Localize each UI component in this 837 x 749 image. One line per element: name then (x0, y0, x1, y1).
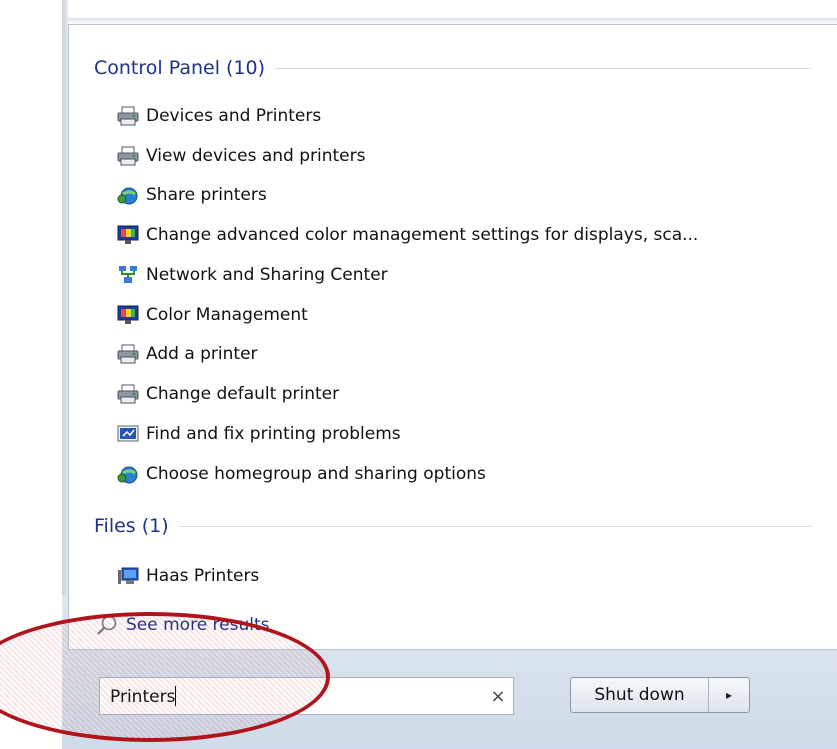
sharing-globe-icon (116, 184, 140, 206)
result-label: Haas Printers (146, 566, 260, 586)
result-haas-printers[interactable]: Haas Printers (116, 563, 816, 589)
result-find-and-fix-printing-problems[interactable]: Find and fix printing problems (116, 421, 816, 447)
desktop-background-left (0, 0, 62, 749)
search-input-text-container: Printers (100, 685, 483, 707)
result-label: Change advanced color management setting… (146, 225, 699, 245)
troubleshoot-icon (116, 423, 140, 445)
group-divider (275, 67, 812, 69)
result-label: Add a printer (146, 344, 258, 364)
color-monitor-icon (116, 224, 140, 246)
result-add-a-printer[interactable]: Add a printer (116, 341, 816, 367)
clear-search-button[interactable]: × (483, 686, 513, 707)
search-icon (94, 614, 120, 636)
result-label: Share printers (146, 185, 267, 205)
network-icon (116, 264, 140, 286)
search-input-value: Printers (110, 686, 176, 707)
sharing-globe-icon (116, 463, 140, 485)
control-panel-group-header: Control Panel (10) (94, 54, 812, 82)
start-search-input[interactable]: Printers × (99, 677, 514, 715)
result-change-default-printer[interactable]: Change default printer (116, 381, 816, 407)
result-label: Choose homegroup and sharing options (146, 464, 486, 484)
printer-icon (116, 383, 140, 405)
result-homegroup-and-sharing-options[interactable]: Choose homegroup and sharing options (116, 461, 816, 487)
printer-icon (116, 343, 140, 365)
result-share-printers[interactable]: Share printers (116, 182, 816, 208)
text-caret (175, 685, 177, 706)
shut-down-button[interactable]: Shut down (571, 678, 709, 712)
color-monitor-icon (116, 304, 140, 326)
result-color-management[interactable]: Color Management (116, 302, 816, 328)
result-label: Change default printer (146, 384, 340, 404)
result-view-devices-and-printers[interactable]: View devices and printers (116, 143, 816, 169)
result-label: Color Management (146, 305, 308, 325)
see-more-results-label: See more results (126, 615, 270, 635)
result-label: View devices and printers (146, 146, 366, 166)
result-label: Devices and Printers (146, 106, 322, 126)
shut-down-options-arrow-icon[interactable]: ▸ (709, 678, 749, 712)
result-network-and-sharing-center[interactable]: Network and Sharing Center (116, 262, 816, 288)
see-more-results-link[interactable]: See more results (94, 612, 270, 638)
result-advanced-color-management[interactable]: Change advanced color management setting… (116, 222, 816, 248)
group-divider (178, 525, 812, 527)
printer-icon (116, 105, 140, 127)
control-panel-group-title: Control Panel (10) (94, 57, 266, 79)
files-group-header: Files (1) (94, 512, 812, 540)
shut-down-split-button: Shut down ▸ (570, 677, 750, 713)
result-devices-and-printers[interactable]: Devices and Printers (116, 103, 816, 129)
printer-icon (116, 145, 140, 167)
result-label: Network and Sharing Center (146, 265, 388, 285)
result-label: Find and fix printing problems (146, 424, 401, 444)
file-monitor-icon (116, 565, 140, 587)
files-group-title: Files (1) (94, 515, 169, 537)
